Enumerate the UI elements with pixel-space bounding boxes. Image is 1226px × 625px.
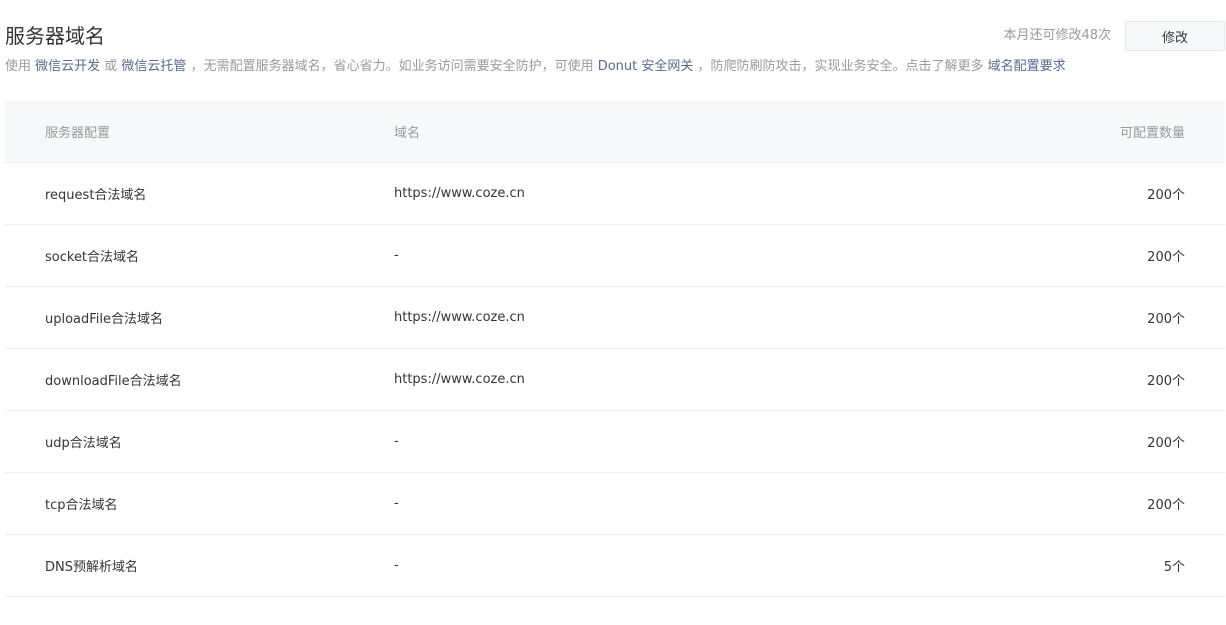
domain-table: 服务器配置 域名 可配置数量 request合法域名 https://www.c… [5, 101, 1225, 597]
table-row: tcp合法域名 - 200个 [5, 473, 1225, 535]
row-config-name: socket合法域名 [45, 250, 140, 265]
page-header: 服务器域名 本月还可修改48次 修改 使用 微信云开发 或 微信云托管 ，无需配… [5, 0, 1225, 100]
modify-button[interactable]: 修改 [1125, 21, 1225, 51]
row-domain-value: - [394, 496, 399, 511]
row-quota-value: 200个 [1147, 374, 1185, 389]
table-row: uploadFile合法域名 https://www.coze.cn 200个 [5, 287, 1225, 349]
row-config-name: DNS预解析域名 [45, 560, 138, 575]
table-header: 服务器配置 域名 可配置数量 [5, 101, 1225, 163]
page-title: 服务器域名 [5, 24, 105, 48]
row-config-name: udp合法域名 [45, 436, 122, 451]
desc-prefix: 使用 [5, 59, 36, 74]
domain-requirements-link[interactable]: 域名配置要求 [988, 59, 1066, 74]
description: 使用 微信云开发 或 微信云托管 ，无需配置服务器域名，省心省力。如业务访问需要… [5, 58, 1066, 76]
table-row: udp合法域名 - 200个 [5, 411, 1225, 473]
column-header-config: 服务器配置 [45, 126, 111, 141]
row-quota-value: 200个 [1147, 312, 1185, 327]
desc-or: 或 [100, 59, 122, 74]
row-quota-value: 200个 [1147, 498, 1185, 513]
wechat-cloud-hosting-link[interactable]: 微信云托管 [121, 59, 186, 74]
desc-after: ，防爬防刷防攻击，实现业务安全。点击了解更多 [693, 59, 988, 74]
row-domain-value: - [394, 434, 399, 449]
row-domain-value: - [394, 248, 399, 263]
row-config-name: downloadFile合法域名 [45, 374, 182, 389]
wechat-cloud-dev-link[interactable]: 微信云开发 [35, 59, 100, 74]
table-row: DNS预解析域名 - 5个 [5, 535, 1225, 597]
row-quota-value: 5个 [1163, 560, 1185, 575]
row-config-name: uploadFile合法域名 [45, 312, 164, 327]
desc-middle: ，无需配置服务器域名，省心省力。如业务访问需要安全防护，可使用 [186, 59, 598, 74]
row-domain-value: https://www.coze.cn [394, 372, 525, 387]
table-row: socket合法域名 - 200个 [5, 225, 1225, 287]
column-header-domain: 域名 [394, 126, 421, 141]
donut-gateway-link[interactable]: Donut 安全网关 [598, 59, 694, 74]
row-domain-value: https://www.coze.cn [394, 310, 525, 325]
column-header-quota: 可配置数量 [1119, 126, 1185, 141]
table-row: request合法域名 https://www.coze.cn 200个 [5, 163, 1225, 225]
row-quota-value: 200个 [1147, 188, 1185, 203]
row-quota-value: 200个 [1147, 250, 1185, 265]
modify-quota-text: 本月还可修改48次 [1003, 28, 1111, 43]
table-body: request合法域名 https://www.coze.cn 200个 soc… [5, 163, 1225, 597]
row-quota-value: 200个 [1147, 436, 1185, 451]
row-config-name: request合法域名 [45, 188, 147, 203]
row-config-name: tcp合法域名 [45, 498, 118, 513]
row-domain-value: - [394, 558, 399, 573]
table-row: downloadFile合法域名 https://www.coze.cn 200… [5, 349, 1225, 411]
row-domain-value: https://www.coze.cn [394, 186, 525, 201]
